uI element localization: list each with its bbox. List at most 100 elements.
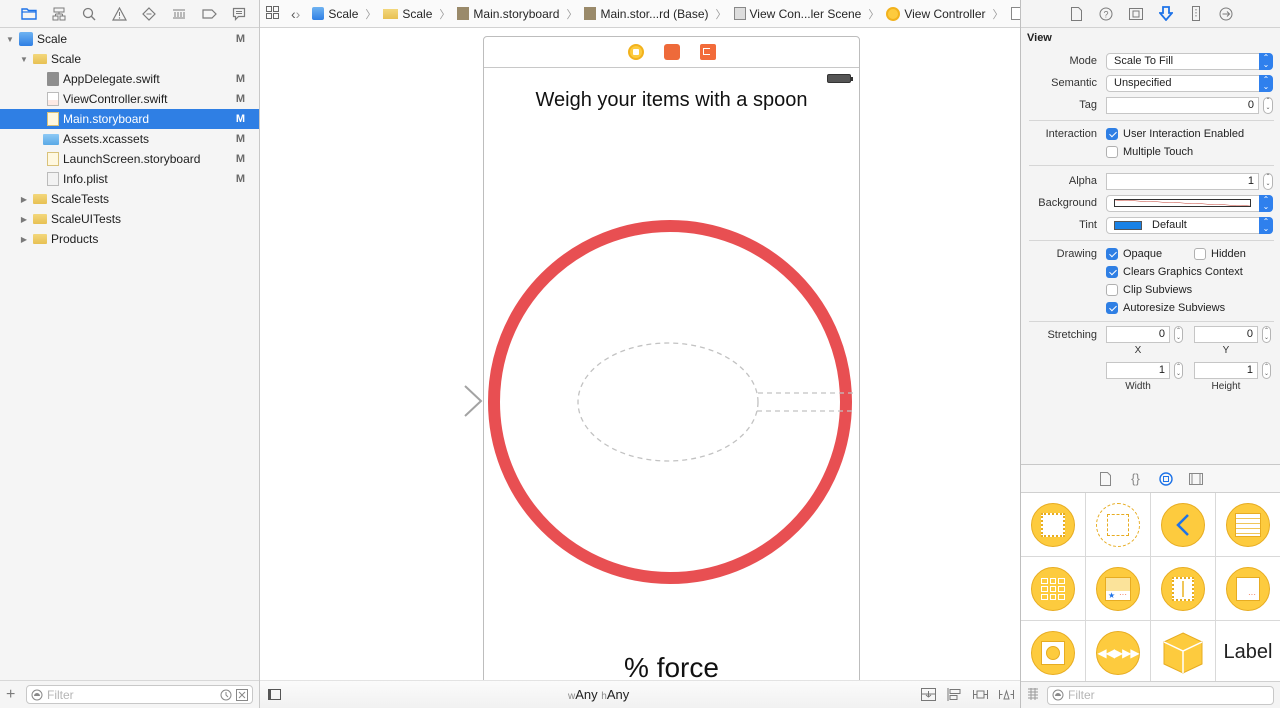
stretching-height-field[interactable]: 1 bbox=[1194, 362, 1258, 379]
forward-button[interactable]: › bbox=[296, 6, 301, 22]
tree-row-folder[interactable]: ▼ Scale bbox=[0, 49, 259, 69]
add-icon[interactable]: + bbox=[6, 686, 18, 704]
hidden-checkbox[interactable] bbox=[1194, 248, 1206, 260]
tree-row-project[interactable]: ▼ Scale M bbox=[0, 29, 259, 49]
autoresize-row: Autoresize Subviews bbox=[1021, 299, 1280, 317]
embed-in-stack-icon[interactable] bbox=[920, 688, 936, 702]
alpha-stepper[interactable]: ⌃ ⌄ bbox=[1263, 172, 1273, 190]
media-library-icon[interactable] bbox=[1188, 471, 1204, 487]
scm-filter-icon[interactable] bbox=[236, 688, 248, 701]
align-icon[interactable] bbox=[946, 688, 962, 702]
tree-row-folder[interactable]: ▶ ScaleTests bbox=[0, 189, 259, 209]
mode-popup[interactable]: Scale To Fill ⌃ ⌄ bbox=[1106, 52, 1273, 70]
file-template-icon[interactable] bbox=[1098, 471, 1114, 487]
breadcrumb-item[interactable]: Scale bbox=[328, 7, 358, 21]
breadcrumb-item[interactable]: Scale bbox=[402, 7, 432, 21]
navigator-filter-input[interactable]: Filter bbox=[26, 685, 253, 704]
disclosure-expanded-icon[interactable]: ▼ bbox=[5, 35, 15, 44]
library-filter-input[interactable]: Filter bbox=[1047, 685, 1274, 705]
search-icon[interactable] bbox=[74, 4, 104, 24]
folder-icon[interactable] bbox=[14, 4, 44, 24]
autoresize-subviews-checkbox[interactable] bbox=[1106, 302, 1118, 314]
library-item-navigation-controller[interactable] bbox=[1151, 493, 1215, 556]
file-inspector-icon[interactable] bbox=[1067, 5, 1085, 23]
hierarchy-icon[interactable] bbox=[44, 4, 74, 24]
library-item-glkit-view-controller[interactable] bbox=[1021, 621, 1085, 684]
attributes-inspector-icon[interactable] bbox=[1157, 5, 1175, 23]
user-interaction-checkbox[interactable] bbox=[1106, 128, 1118, 140]
library-item-split-view-controller[interactable] bbox=[1151, 557, 1215, 620]
connections-inspector-icon[interactable] bbox=[1217, 5, 1235, 23]
force-label[interactable]: % force bbox=[484, 652, 859, 680]
library-item-object[interactable] bbox=[1151, 621, 1215, 684]
identity-inspector-icon[interactable] bbox=[1127, 5, 1145, 23]
library-item-tab-bar-controller[interactable]: ★ ··· bbox=[1086, 557, 1150, 620]
tree-row-folder[interactable]: ▶ Products bbox=[0, 229, 259, 249]
breadcrumb-item[interactable]: Main.storyboard bbox=[473, 7, 559, 21]
tag-field[interactable]: 0 bbox=[1106, 96, 1259, 114]
stretching-width-stepper[interactable]: ⌃ ⌄ bbox=[1174, 362, 1183, 379]
resolve-issues-icon[interactable] bbox=[998, 688, 1014, 702]
library-item-avkit-player-view-controller[interactable]: ◀◀▶▶▶ bbox=[1086, 621, 1150, 684]
code-snippet-icon[interactable]: {} bbox=[1128, 471, 1144, 487]
tag-stepper[interactable]: ⌃ ⌄ bbox=[1263, 96, 1273, 114]
clears-graphics-context-checkbox[interactable] bbox=[1106, 266, 1118, 278]
stretching-y-field[interactable]: 0 bbox=[1194, 326, 1258, 343]
library-item-table-view-controller[interactable] bbox=[1216, 493, 1280, 556]
library-item-label[interactable]: Label bbox=[1216, 621, 1280, 684]
object-library-icon[interactable] bbox=[1158, 471, 1174, 487]
background-color-popup[interactable]: ⌃ ⌄ bbox=[1106, 194, 1273, 212]
stretching-height-stepper[interactable]: ⌃ ⌄ bbox=[1262, 362, 1271, 379]
tree-row-file[interactable]: AppDelegate.swift M bbox=[0, 69, 259, 89]
tree-row-file[interactable]: ViewController.swift M bbox=[0, 89, 259, 109]
debug-bars-icon[interactable] bbox=[164, 4, 194, 24]
recent-files-icon[interactable] bbox=[220, 689, 232, 701]
stretching-width-field[interactable]: 1 bbox=[1106, 362, 1170, 379]
breakpoint-icon[interactable] bbox=[194, 4, 224, 24]
stretching-x-field[interactable]: 0 bbox=[1106, 326, 1170, 343]
size-inspector-icon[interactable] bbox=[1187, 5, 1205, 23]
test-diamond-icon[interactable] bbox=[134, 4, 164, 24]
y-label: Y bbox=[1222, 345, 1230, 356]
storyboard-canvas[interactable]: Weigh your items with a spoon % force bbox=[260, 28, 1020, 680]
document-outline-toggle-icon[interactable] bbox=[268, 689, 281, 700]
breadcrumb-item[interactable]: View Controller bbox=[904, 7, 985, 21]
folder-icon bbox=[383, 8, 399, 19]
tree-row-folder[interactable]: ▶ ScaleUITests bbox=[0, 209, 259, 229]
semantic-popup[interactable]: Unspecified ⌃ ⌄ bbox=[1106, 74, 1273, 92]
grid-list-toggle-icon[interactable] bbox=[1027, 687, 1039, 703]
library-item-storyboard-reference[interactable] bbox=[1086, 493, 1150, 556]
stretching-x-stepper[interactable]: ⌃ ⌄ bbox=[1174, 326, 1183, 343]
size-class-selector[interactable]: wAny hAny bbox=[568, 687, 629, 702]
stretching-y-stepper[interactable]: ⌃ ⌄ bbox=[1262, 326, 1271, 343]
related-items-icon[interactable] bbox=[266, 5, 279, 22]
breadcrumb-item[interactable]: Main.stor...rd (Base) bbox=[600, 7, 708, 21]
library-item-page-view-controller[interactable]: ··· bbox=[1216, 557, 1280, 620]
tint-label: Tint bbox=[1079, 219, 1097, 231]
warning-icon[interactable] bbox=[104, 4, 134, 24]
tint-color-popup[interactable]: Default ⌃ ⌄ bbox=[1106, 216, 1273, 234]
pin-icon[interactable] bbox=[972, 688, 988, 702]
view-controller-scene[interactable]: Weigh your items with a spoon % force bbox=[483, 36, 860, 680]
quick-help-icon[interactable]: ? bbox=[1097, 5, 1115, 23]
tree-row-file[interactable]: Assets.xcassets M bbox=[0, 129, 259, 149]
library-item-view-controller[interactable] bbox=[1021, 493, 1085, 556]
disclosure-collapsed-icon[interactable]: ▶ bbox=[19, 215, 29, 224]
multiple-touch-checkbox[interactable] bbox=[1106, 146, 1118, 158]
report-bubble-icon[interactable] bbox=[224, 4, 254, 24]
tree-row-file[interactable]: Info.plist M bbox=[0, 169, 259, 189]
disclosure-collapsed-icon[interactable]: ▶ bbox=[19, 195, 29, 204]
clip-subviews-checkbox[interactable] bbox=[1106, 284, 1118, 296]
tree-row-file[interactable]: LaunchScreen.storyboard M bbox=[0, 149, 259, 169]
opaque-checkbox[interactable] bbox=[1106, 248, 1118, 260]
disclosure-collapsed-icon[interactable]: ▶ bbox=[19, 235, 29, 244]
library-item-collection-view-controller[interactable] bbox=[1021, 557, 1085, 620]
filter-icon bbox=[1052, 689, 1064, 701]
disclosure-expanded-icon[interactable]: ▼ bbox=[19, 55, 29, 64]
tree-row-file-selected[interactable]: Main.storyboard M bbox=[0, 109, 259, 129]
initial-view-controller-arrow[interactable] bbox=[385, 383, 485, 423]
scm-status-badge: M bbox=[235, 173, 245, 185]
alpha-field[interactable]: 1 bbox=[1106, 172, 1259, 190]
object-library-grid: ★ ··· ··· ◀◀▶▶▶ Label bbox=[1021, 493, 1280, 684]
breadcrumb-item[interactable]: View Con...ler Scene bbox=[750, 7, 862, 21]
